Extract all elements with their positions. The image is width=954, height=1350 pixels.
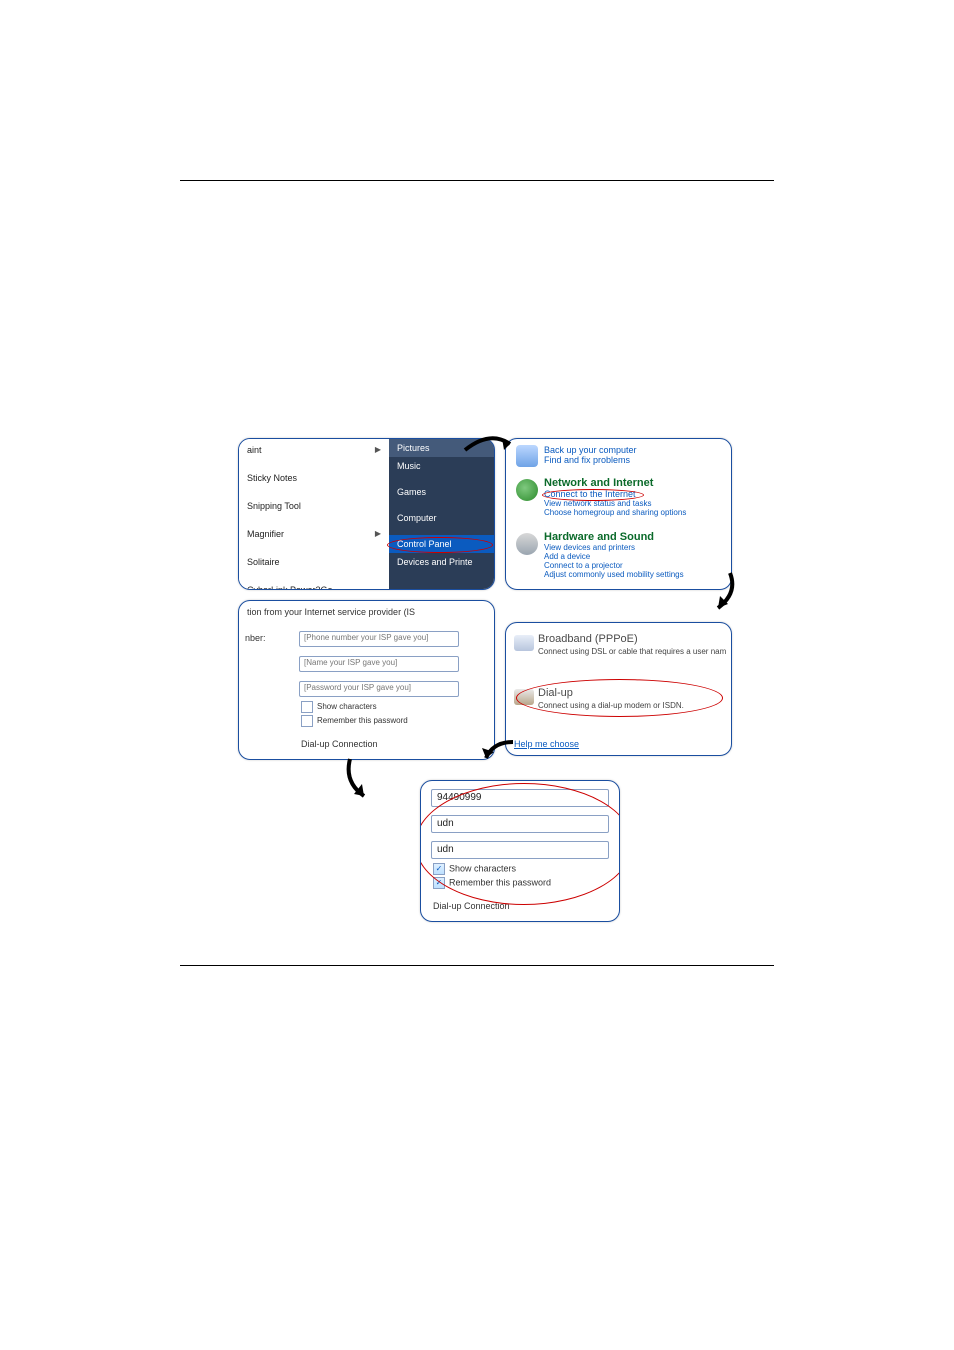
control-panel-screenshot: Back up your computer Find and fix probl…	[505, 438, 732, 590]
arrow-4	[340, 754, 380, 804]
start-right-music[interactable]: Music	[389, 457, 494, 475]
field-password[interactable]: [Password your ISP gave you]	[299, 681, 459, 697]
system-category: Back up your computer Find and fix probl…	[544, 445, 637, 465]
start-right-computer[interactable]: Computer	[389, 509, 494, 527]
option-broadband[interactable]: Broadband (PPPoE)	[538, 633, 638, 645]
link-connect-internet[interactable]: Connect to the Internet	[544, 489, 686, 499]
link-mobility[interactable]: Adjust commonly used mobility settings	[544, 570, 684, 579]
filled-form-screenshot: 94490999 Di udn udn ✓Show characters ✓Re…	[420, 780, 620, 922]
start-menu-screenshot: aint▶ Sticky Notes Snipping Tool Magnifi…	[238, 438, 495, 590]
link-backup[interactable]: Back up your computer	[544, 445, 637, 455]
checkbox-remember[interactable]: Remember this password	[301, 715, 408, 727]
start-menu-left: aint▶ Sticky Notes Snipping Tool Magnifi…	[239, 439, 389, 589]
start-right-pictures[interactable]: Pictures	[389, 439, 494, 457]
checkbox-show-chars[interactable]: Show characters	[301, 701, 377, 713]
connection-name-value: Dial-up Connection	[301, 739, 378, 749]
link-view-status[interactable]: View network status and tasks	[544, 499, 686, 508]
form-heading: tion from your Internet service provider…	[239, 601, 494, 619]
filled-show-chars[interactable]: ✓Show characters	[433, 863, 516, 875]
hardware-icon	[516, 533, 538, 555]
link-fix-problems[interactable]: Find and fix problems	[544, 455, 637, 465]
link-help-choose[interactable]: Help me choose	[514, 739, 579, 749]
start-item-paint[interactable]: aint▶	[239, 441, 389, 459]
page-rule-top	[180, 180, 774, 181]
start-right-devices[interactable]: Devices and Printe	[389, 553, 494, 571]
filled-conn-name: Dial-up Connection	[433, 901, 510, 911]
option-dialup[interactable]: Dial-up	[538, 687, 573, 699]
link-homegroup[interactable]: Choose homegroup and sharing options	[544, 508, 686, 517]
filled-phone[interactable]: 94490999	[431, 789, 609, 807]
option-dialup-sub: Connect using a dial-up modem or ISDN.	[538, 701, 684, 710]
network-title[interactable]: Network and Internet	[544, 477, 686, 489]
link-projector[interactable]: Connect to a projector	[544, 561, 684, 570]
hardware-title[interactable]: Hardware and Sound	[544, 531, 684, 543]
connection-options-screenshot: Broadband (PPPoE) Connect using DSL or c…	[505, 622, 732, 756]
document-page: aint▶ Sticky Notes Snipping Tool Magnifi…	[0, 0, 954, 1350]
start-item-snipping-tool[interactable]: Snipping Tool	[239, 497, 389, 515]
filled-password[interactable]: udn	[431, 841, 609, 859]
field-username[interactable]: [Name your ISP gave you]	[299, 656, 459, 672]
label-number: nber:	[245, 633, 266, 643]
network-category: Network and Internet Connect to the Inte…	[544, 477, 686, 517]
start-right-games[interactable]: Games	[389, 483, 494, 501]
field-phone[interactable]: [Phone number your ISP gave you]	[299, 631, 459, 647]
start-item-cyberlink[interactable]: CyberLink Power2Go	[239, 581, 389, 590]
broadband-icon	[514, 635, 534, 651]
start-item-solitaire[interactable]: Solitaire	[239, 553, 389, 571]
filled-username[interactable]: udn	[431, 815, 609, 833]
start-right-control-panel[interactable]: Control Panel	[389, 535, 494, 553]
page-rule-bottom	[180, 965, 774, 966]
dialup-form-screenshot: tion from your Internet service provider…	[238, 600, 495, 760]
system-icon	[516, 445, 538, 467]
hardware-category: Hardware and Sound View devices and prin…	[544, 531, 684, 579]
filled-remember[interactable]: ✓Remember this password	[433, 877, 551, 889]
link-devices-printers[interactable]: View devices and printers	[544, 543, 684, 552]
network-icon	[516, 479, 538, 501]
option-broadband-sub: Connect using DSL or cable that requires…	[538, 647, 726, 656]
link-add-device[interactable]: Add a device	[544, 552, 684, 561]
dialup-icon	[514, 689, 534, 705]
start-item-magnifier[interactable]: Magnifier▶	[239, 525, 389, 543]
start-menu-right: Pictures Music Games Computer Control Pa…	[389, 439, 494, 589]
start-item-sticky-notes[interactable]: Sticky Notes	[239, 469, 389, 487]
